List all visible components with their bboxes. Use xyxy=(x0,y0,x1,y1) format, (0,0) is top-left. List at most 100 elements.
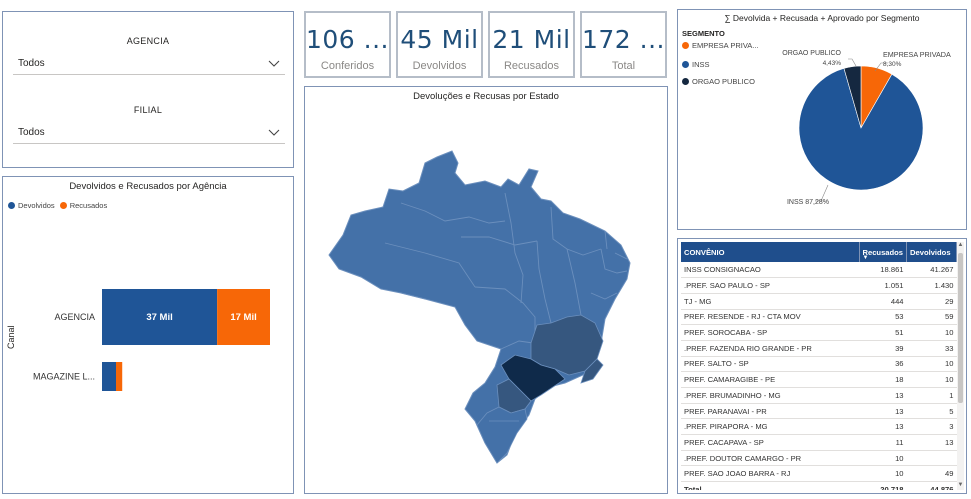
cell-devolvidos: 1.430 xyxy=(906,277,957,294)
cell-convenio: .PREF. PIRAPORA - MG xyxy=(681,418,859,436)
cell-recusados: 18.861 xyxy=(859,262,907,279)
cell-devolvidos: 41.267 xyxy=(906,262,957,279)
cell-devolvidos: 1 xyxy=(906,387,957,404)
map-region-brazil[interactable] xyxy=(328,150,631,464)
table-row[interactable]: PREF. PARANAVAI - PR 13 5 xyxy=(681,403,957,420)
table-row[interactable]: .PREF. FAZENDA RIO GRANDE - PR 39 33 xyxy=(681,340,957,357)
cell-convenio: PREF. PARANAVAI - PR xyxy=(681,403,859,420)
table-row[interactable]: .PREF. DOUTOR CAMARGO - PR 10 xyxy=(681,450,957,467)
cell-convenio: PREF. SALTO - SP xyxy=(681,356,859,373)
map-panel: Devoluções e Recusas por Estado xyxy=(304,86,668,494)
cell-devolvidos: 13 xyxy=(906,434,957,451)
kpi-label: Recusados xyxy=(503,60,560,72)
cell-convenio: INSS CONSIGNACAO xyxy=(681,262,859,279)
map-region-south[interactable] xyxy=(476,406,528,464)
convenio-table: CONVÊNIO Recusados ▼ Devolvidos INSS CONS… xyxy=(681,242,957,490)
pie-chart-svg[interactable]: EMPRESA PRIVADA 8,30% ORGAO PUBLICO 4,43% IN… xyxy=(678,29,966,229)
cell-devolvidos: 5 xyxy=(906,403,957,420)
pie-data-label: 8,30% xyxy=(883,61,902,68)
table-header-row: CONVÊNIO Recusados ▼ Devolvidos xyxy=(681,242,957,262)
filial-dropdown[interactable]: Todos xyxy=(13,122,285,144)
cell-convenio: PREF. CACAPAVA - SP xyxy=(681,434,859,451)
kpi-card-conferidos[interactable]: 106 ... Conferidos xyxy=(304,11,391,78)
pie-data-label: EMPRESA PRIVADA xyxy=(883,50,951,59)
cell-recusados: 53 xyxy=(859,309,907,326)
table-row[interactable]: .PREF. PIRAPORA - MG 13 3 xyxy=(681,418,957,436)
kpi-label: Total xyxy=(611,60,636,72)
table-row[interactable]: PREF. SALTO - SP 36 10 xyxy=(681,356,957,373)
cell-recusados: 13 xyxy=(859,418,907,436)
kpi-card-total[interactable]: 172 ... Total xyxy=(580,11,667,78)
agencia-dropdown-value: Todos xyxy=(18,58,45,69)
table-body: INSS CONSIGNACAO 18.861 41.267 .PREF. SAO P… xyxy=(681,262,957,490)
cell-devolvidos: 10 xyxy=(906,371,957,388)
pie-chart-panel: ∑ Devolvida + Recusada + Aprovado por Se… xyxy=(677,9,967,230)
pie-leader-line xyxy=(848,58,857,67)
cell-recusados: 13 xyxy=(859,403,907,420)
table-row[interactable]: PREF. CAMARAGIBE - PE 18 10 xyxy=(681,371,957,388)
bar-recusados[interactable] xyxy=(116,362,123,391)
bar-chart-title: Devolvidos e Recusados por Agência xyxy=(69,181,227,192)
convenio-table-panel: CONVÊNIO Recusados ▼ Devolvidos INSS CONS… xyxy=(677,238,967,494)
table-row[interactable]: .PREF. BRUMADINHO - MG 13 1 xyxy=(681,387,957,404)
table-row[interactable]: INSS CONSIGNACAO 18.861 41.267 xyxy=(681,262,957,279)
kpi-card-recusados[interactable]: 21 Mil Recusados xyxy=(488,11,575,78)
scroll-down-icon[interactable]: ▼ xyxy=(957,482,964,490)
kpi-card-devolvidos[interactable]: 45 Mil Devolvidos xyxy=(396,11,483,78)
slicer-panel: AGENCIA Todos FILIAL Todos xyxy=(2,11,294,168)
kpi-value: 172 ... xyxy=(582,25,666,54)
chevron-down-icon xyxy=(268,60,280,67)
kpi-value: 106 ... xyxy=(306,25,390,54)
scroll-up-icon[interactable]: ▲ xyxy=(957,242,964,250)
table-row[interactable]: PREF. CACAPAVA - SP 11 13 xyxy=(681,434,957,451)
table-row[interactable]: PREF. SOROCABA - SP 51 10 xyxy=(681,324,957,341)
bar-data-label: 37 Mil xyxy=(146,312,172,323)
cell-convenio: .PREF. DOUTOR CAMARGO - PR xyxy=(681,450,859,467)
cell-convenio: PREF. SOROCABA - SP xyxy=(681,324,859,341)
filial-slicer-label: FILIAL xyxy=(133,105,163,115)
cell-recusados: 18 xyxy=(859,371,907,388)
table-total-row: Total 20.718 44.876 xyxy=(681,481,957,490)
table-row[interactable]: PREF. RESENDE - RJ - CTA MOV 53 59 xyxy=(681,309,957,326)
cell-recusados: 13 xyxy=(859,387,907,404)
brazil-map[interactable] xyxy=(305,103,667,493)
column-header-convenio[interactable]: CONVÊNIO xyxy=(681,242,860,262)
column-header-label: Recusados xyxy=(862,247,904,257)
table-row[interactable]: PREF. SAO JOAO BARRA - RJ 10 49 xyxy=(681,465,957,483)
cell-recusados: 39 xyxy=(859,340,907,357)
cell-convenio: .PREF. BRUMADINHO - MG xyxy=(681,387,859,404)
pie-data-label: 4,43% xyxy=(823,60,842,67)
cell-devolvidos: 29 xyxy=(906,293,957,310)
total-cell-label: Total xyxy=(681,481,859,490)
cell-recusados: 11 xyxy=(859,434,907,451)
kpi-value: 21 Mil xyxy=(492,25,571,54)
cell-devolvidos: 3 xyxy=(906,418,957,436)
total-cell-recusados: 20.718 xyxy=(859,481,907,490)
table-row[interactable]: TJ - MG 444 29 xyxy=(681,293,957,310)
bar-category-label: MAGAZINE L... xyxy=(33,372,95,382)
cell-convenio: .PREF. SAO PAULO - SP xyxy=(681,277,859,294)
bar-chart-svg: AGENCIA 37 Mil 17 Mil MAGAZINE L... xyxy=(33,289,270,391)
column-header-recusados[interactable]: Recusados ▼ xyxy=(859,242,908,262)
pie-data-label: ORGAO PUBLICO xyxy=(782,50,841,57)
bar-devolvidos[interactable] xyxy=(102,362,116,391)
cell-devolvidos xyxy=(906,450,957,467)
cell-recusados: 36 xyxy=(859,356,907,373)
table-viewport: CONVÊNIO Recusados ▼ Devolvidos INSS CONS… xyxy=(681,242,957,490)
cell-convenio: TJ - MG xyxy=(681,293,859,310)
column-header-devolvidos[interactable]: Devolvidos xyxy=(906,242,957,262)
pie-chart-title: ∑ Devolvida + Recusada + Aprovado por Se… xyxy=(724,13,920,23)
cell-recusados: 51 xyxy=(859,324,907,341)
bar-data-label: 17 Mil xyxy=(230,312,256,323)
cell-devolvidos: 59 xyxy=(906,309,957,326)
table-scrollbar[interactable]: ▲ ▼ xyxy=(957,242,964,490)
chevron-down-icon xyxy=(268,129,280,136)
table-row[interactable]: .PREF. SAO PAULO - SP 1.051 1.430 xyxy=(681,277,957,294)
cell-recusados: 10 xyxy=(859,465,907,483)
kpi-label: Conferidos xyxy=(320,60,375,72)
agencia-dropdown[interactable]: Todos xyxy=(13,53,285,75)
total-cell-devolvidos: 44.876 xyxy=(906,481,957,490)
cell-convenio: .PREF. FAZENDA RIO GRANDE - PR xyxy=(681,340,859,357)
cell-convenio: PREF. RESENDE - RJ - CTA MOV xyxy=(681,309,859,326)
scrollbar-thumb[interactable] xyxy=(958,253,963,403)
